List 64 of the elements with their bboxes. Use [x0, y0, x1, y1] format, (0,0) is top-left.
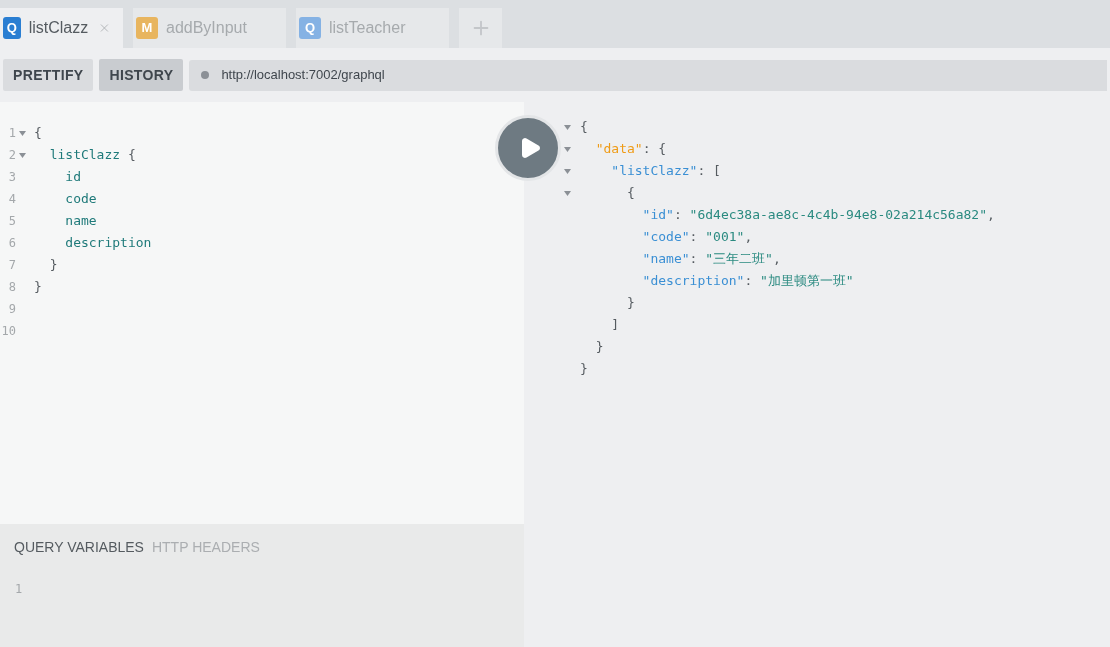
code-punctuation: {: [126, 146, 136, 165]
fold-arrow-icon[interactable]: [564, 146, 571, 152]
panel-tab[interactable]: QUERY VARIABLES: [14, 537, 144, 558]
tab-label: listClazz: [28, 18, 89, 38]
query-tab[interactable]: Q listClazz: [0, 8, 123, 48]
code-punctuation: : [: [697, 162, 721, 181]
json-string: "三年二班": [705, 250, 773, 269]
tab-label: addByInput: [166, 18, 247, 38]
json-key: "data": [580, 139, 643, 159]
line-number: 1: [15, 582, 23, 596]
toolbar-button[interactable]: HISTORY: [99, 59, 184, 91]
code-punctuation: {: [34, 124, 42, 143]
operation-badge: M: [136, 17, 158, 39]
line-number: 7: [8, 257, 16, 274]
code-punctuation: }: [625, 294, 635, 313]
query-editor[interactable]: 1 { 2 listClazz { 3 id 4 code 5 name 6 description 7 } 8 } 9 10: [0, 102, 524, 524]
code-punctuation: }: [48, 256, 58, 275]
tab-label: listTeacher: [329, 18, 406, 38]
line-number: 5: [8, 213, 16, 230]
line-number: 10: [1, 323, 16, 340]
url-text: http://localhost:7002/graphql: [221, 66, 385, 85]
field-name: id: [64, 168, 81, 187]
code-punctuation: {: [580, 118, 588, 137]
code-punctuation: }: [594, 338, 604, 357]
line-number: 6: [8, 235, 16, 252]
code-punctuation: :: [689, 228, 699, 247]
operation-badge: Q: [299, 17, 321, 39]
json-key: "code": [580, 227, 690, 247]
json-key: "description": [580, 271, 745, 291]
fold-arrow-icon[interactable]: [19, 130, 26, 136]
field-name: name: [64, 212, 97, 231]
code-punctuation: :: [744, 272, 754, 291]
fold-arrow-icon[interactable]: [564, 190, 571, 196]
code-punctuation: }: [34, 278, 42, 297]
line-number: 4: [8, 191, 16, 208]
field-name: description: [64, 234, 152, 253]
json-key: "id": [580, 205, 674, 225]
field-name: code: [64, 190, 97, 209]
code-punctuation: ,: [987, 206, 995, 225]
code-punctuation: ]: [610, 316, 620, 335]
code-punctuation: }: [580, 360, 588, 379]
code-punctuation: : {: [642, 140, 667, 159]
code-punctuation: ,: [744, 228, 753, 247]
json-key: "name": [580, 249, 690, 269]
line-number: 1: [8, 125, 16, 142]
url-field[interactable]: http://localhost:7002/graphql: [189, 59, 1107, 91]
code-punctuation: ,: [772, 250, 781, 269]
line-number: 2: [8, 147, 16, 164]
json-string: "加里顿第一班": [760, 272, 854, 291]
fold-arrow-icon[interactable]: [564, 124, 571, 130]
fold-arrow-icon[interactable]: [19, 152, 26, 158]
json-string: "001": [705, 228, 745, 247]
field-name: listClazz: [48, 146, 121, 165]
json-key: "listClazz": [580, 161, 698, 181]
line-number: 8: [8, 279, 16, 296]
line-number: 9: [8, 301, 16, 318]
toolbar-button[interactable]: PRETTIFY: [3, 59, 94, 91]
json-string: "6d4ec38a-ae8c-4c4b-94e8-02a214c56a82": [689, 206, 987, 225]
operation-badge: Q: [3, 17, 21, 39]
line-number: 3: [8, 169, 16, 186]
code-punctuation: :: [689, 250, 699, 269]
code-punctuation: {: [625, 184, 635, 203]
fold-arrow-icon[interactable]: [564, 168, 571, 174]
code-punctuation: :: [673, 206, 683, 225]
